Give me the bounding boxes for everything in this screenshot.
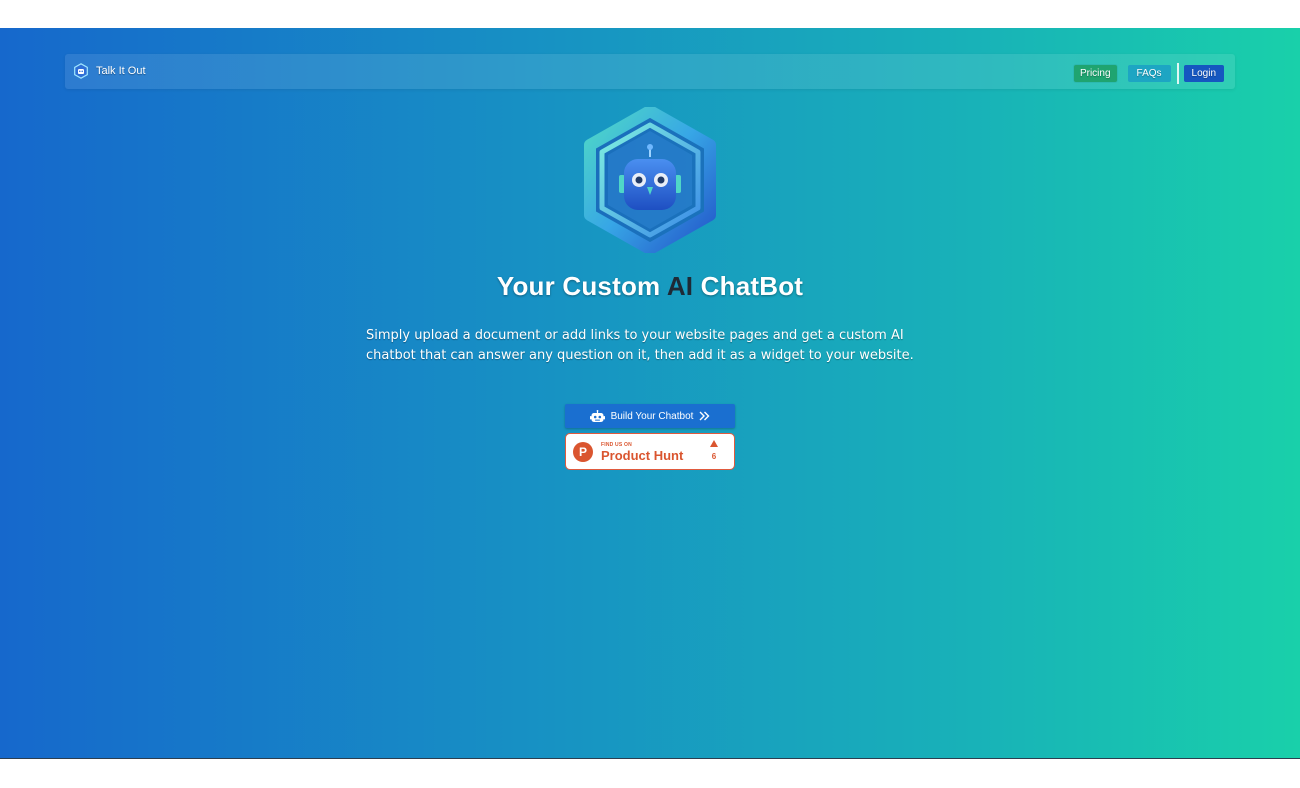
nav-buttons: Pricing FAQs Login bbox=[1073, 63, 1224, 84]
navbar: Talk It Out Pricing FAQs Login bbox=[65, 54, 1235, 89]
build-chatbot-label: Build Your Chatbot bbox=[610, 410, 694, 422]
hero-section: Talk It Out Pricing FAQs Login Your Cust… bbox=[0, 28, 1300, 758]
hero-title: Your Custom AI ChatBot bbox=[0, 271, 1300, 302]
title-highlight: AI bbox=[666, 271, 694, 301]
brand-name: Talk It Out bbox=[96, 65, 146, 77]
title-part-1: Your Custom bbox=[496, 271, 661, 301]
login-button[interactable]: Login bbox=[1183, 65, 1224, 82]
upvote-arrow-icon bbox=[710, 440, 718, 447]
brand[interactable]: Talk It Out bbox=[73, 63, 146, 79]
faqs-button[interactable]: FAQs bbox=[1127, 65, 1171, 82]
robot-hexagon-icon bbox=[584, 107, 716, 253]
product-hunt-logo-icon: P bbox=[573, 442, 593, 462]
product-hunt-name: Product Hunt bbox=[601, 448, 684, 463]
pricing-button[interactable]: Pricing bbox=[1073, 65, 1117, 82]
product-hunt-badge[interactable]: P FIND US ON Product Hunt 6 bbox=[565, 433, 735, 470]
hero-description: Simply upload a document or add links to… bbox=[366, 328, 914, 363]
build-chatbot-button[interactable]: Build Your Chatbot bbox=[565, 404, 735, 428]
title-part-2: ChatBot bbox=[700, 271, 804, 301]
nav-divider bbox=[1176, 63, 1179, 84]
double-chevron-right-icon bbox=[699, 411, 710, 421]
robot-icon bbox=[589, 409, 605, 422]
page-bottom-border bbox=[0, 758, 1300, 759]
hexagon-logo-icon bbox=[74, 63, 88, 79]
upvote-count: 6 bbox=[711, 452, 717, 461]
